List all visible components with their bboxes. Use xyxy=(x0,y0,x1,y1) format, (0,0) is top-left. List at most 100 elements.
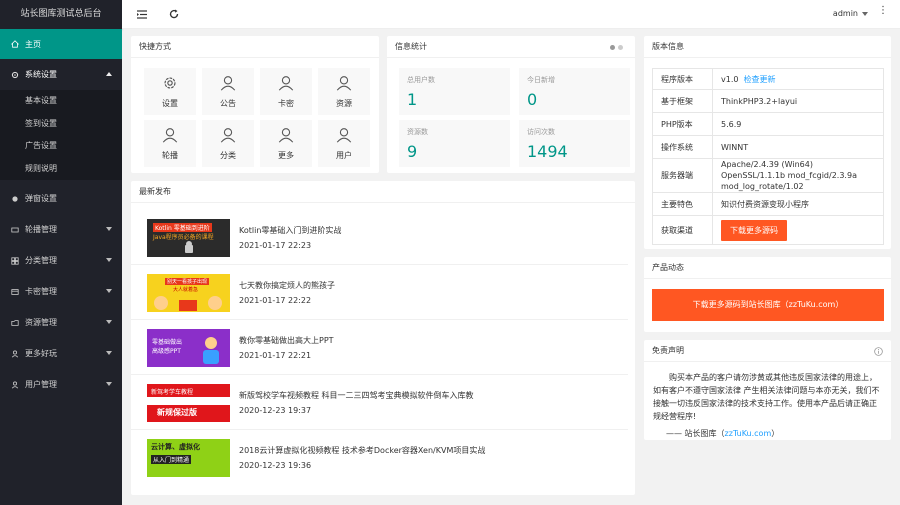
table-row: PHP版本 5.6.9 xyxy=(652,112,884,136)
table-row: 获取渠道 下载更多源码 xyxy=(652,215,884,245)
latest-title: 最新发布 xyxy=(131,181,635,203)
post-thumbnail[interactable]: 云计算、虚拟化 从入门到精通 xyxy=(147,439,230,477)
quick-item-carousel[interactable]: 轮播 xyxy=(144,120,196,167)
stat-value: 1494 xyxy=(527,142,568,161)
stat-label: 今日新增 xyxy=(527,76,555,84)
username: admin xyxy=(832,9,858,18)
post-item[interactable]: 云计算、虚拟化 从入门到精通 2018云计算虚拟化视频教程 技术参考Docker… xyxy=(131,430,628,485)
post-title[interactable]: 新版驾校学车视频教程 科目一二三四驾考宝典模拟软件倒车入库教 xyxy=(239,390,474,401)
thumb-text: Java程序员必备的课程 xyxy=(153,234,214,241)
user-icon xyxy=(336,76,352,91)
table-row: 服务器端 Apache/2.4.39 (Win64) OpenSSL/1.1.1… xyxy=(652,158,884,193)
sidebar-item-cardkey[interactable]: 卡密管理 xyxy=(0,276,122,307)
footer-text: ） xyxy=(771,429,780,438)
card-icon xyxy=(11,288,19,296)
sidebar-item-category[interactable]: 分类管理 xyxy=(0,245,122,276)
user-icon xyxy=(278,128,294,143)
stat-value: 0 xyxy=(527,90,538,109)
info-icon[interactable] xyxy=(874,347,883,356)
disclaimer-title: 免责声明 xyxy=(644,340,891,362)
post-title[interactable]: 教你零基础做出高大上PPT xyxy=(239,335,334,346)
sidebar-subitem-basic[interactable]: 基本设置 xyxy=(0,90,122,113)
stat-resources: 资源数 9 xyxy=(399,120,510,167)
thumb-text: 新驾考学车教程 xyxy=(151,389,194,396)
more-vertical-icon[interactable]: ⋮ xyxy=(878,6,888,16)
post-item[interactable]: Kotlin 零基础到进阶 Java程序员必备的课程 Kotlin零基础入门到进… xyxy=(131,210,628,265)
menu-toggle-icon[interactable] xyxy=(136,8,148,20)
post-title[interactable]: 七天教你搞定烦人的熊孩子 xyxy=(239,280,335,291)
site-link[interactable]: zzTuKu.com xyxy=(725,429,772,438)
post-item[interactable]: 别天一看孩子出现 大人就着急 七天教你搞定烦人的熊孩子 2021-01-17 2… xyxy=(131,265,628,320)
quick-item-label: 资源 xyxy=(336,99,352,108)
quick-item-label: 设置 xyxy=(162,99,178,108)
stat-visits: 访问次数 1494 xyxy=(519,120,630,167)
sidebar-item-label: 用户管理 xyxy=(25,380,57,389)
post-thumbnail[interactable]: 新驾考学车教程 新规保过版 xyxy=(147,384,230,422)
quick-item-cardkey[interactable]: 卡密 xyxy=(260,68,312,115)
sidebar-subitem-rules[interactable]: 规则说明 xyxy=(0,158,122,181)
sidebar-item-label: 系统设置 xyxy=(25,70,57,79)
post-thumbnail[interactable]: Kotlin 零基础到进阶 Java程序员必备的课程 xyxy=(147,219,230,257)
quick-item-category[interactable]: 分类 xyxy=(202,120,254,167)
quick-item-users[interactable]: 用户 xyxy=(318,120,370,167)
sidebar-item-users[interactable]: 用户管理 xyxy=(0,369,122,400)
stats-grid: 总用户数 1 今日新增 0 资源数 9 访问次数 1494 xyxy=(399,68,630,167)
thumb-text: Kotlin 零基础到进阶 xyxy=(153,223,212,232)
download-source-button[interactable]: 下载更多源码 xyxy=(721,219,787,241)
sidebar-item-popup[interactable]: 弹窗设置 xyxy=(0,183,122,214)
carousel-dot[interactable] xyxy=(618,45,623,50)
stats-card: 信息统计 总用户数 1 今日新增 0 资源数 9 访问次数 1494 xyxy=(387,36,635,173)
product-title: 产品动态 xyxy=(644,257,891,279)
download-more-button[interactable]: 下载更多源码到站长图库（zzTuKu.com） xyxy=(652,289,884,321)
quick-item-notice[interactable]: 公告 xyxy=(202,68,254,115)
sidebar-item-label: 更多好玩 xyxy=(25,349,57,358)
quick-item-more[interactable]: 更多 xyxy=(260,120,312,167)
refresh-icon[interactable] xyxy=(168,8,180,20)
disclaimer-card: 免责声明 购买本产品的客户请勿涉黄或其他违反国家法律的用途上，如有客户不遵守国家… xyxy=(644,340,891,440)
post-title[interactable]: 2018云计算虚拟化视频教程 技术参考Docker容器Xen/KVM项目实战 xyxy=(239,445,485,456)
thumb-text: 从入门到精通 xyxy=(151,455,192,464)
gear-icon xyxy=(11,71,19,79)
post-thumbnail[interactable]: 别天一看孩子出现 大人就着急 xyxy=(147,274,230,312)
carousel-dots[interactable] xyxy=(610,45,623,50)
quick-grid: 设置 公告 卡密 资源 轮播 分类 更多 用户 xyxy=(144,68,370,167)
sidebar-item-home[interactable]: 主页 xyxy=(0,29,122,59)
post-item[interactable]: 新驾考学车教程 新规保过版 新版驾校学车视频教程 科目一二三四驾考宝典模拟软件倒… xyxy=(131,375,628,430)
user-menu[interactable]: admin xyxy=(833,9,868,18)
footer-text: —— 站长图库（ xyxy=(666,429,725,438)
table-value: 知识付费资源变现小程序 xyxy=(712,192,884,216)
chevron-down-icon xyxy=(106,289,112,293)
carousel-dot[interactable] xyxy=(610,45,615,50)
home-icon xyxy=(11,40,19,48)
post-date: 2021-01-17 22:21 xyxy=(239,351,312,360)
thumb-text: 新规保过版 xyxy=(157,408,197,417)
post-thumbnail[interactable]: 零基础做出 高级感PPT xyxy=(147,329,230,367)
sidebar-item-carousel[interactable]: 轮播管理 xyxy=(0,214,122,245)
table-row: 程序版本 v1.0 检查更新 xyxy=(652,68,884,90)
quick-item-settings[interactable]: 设置 xyxy=(144,68,196,115)
table-value: 下载更多源码 xyxy=(712,215,884,245)
topbar: admin ⋮ xyxy=(122,0,900,29)
table-key: 程序版本 xyxy=(652,68,713,90)
sidebar-item-resource[interactable]: 资源管理 xyxy=(0,307,122,338)
user-icon xyxy=(162,128,178,143)
user-icon xyxy=(220,128,236,143)
sidebar-item-fun[interactable]: 更多好玩 xyxy=(0,338,122,369)
post-title[interactable]: Kotlin零基础入门到进阶实战 xyxy=(239,225,341,236)
user-icon xyxy=(220,76,236,91)
latest-card: 最新发布 Kotlin 零基础到进阶 Java程序员必备的课程 Kotlin零基… xyxy=(131,181,635,495)
quick-card: 快捷方式 设置 公告 卡密 资源 轮播 分类 更多 用户 xyxy=(131,36,379,173)
table-row: 基于框架 ThinkPHP3.2+layui xyxy=(652,89,884,113)
app-logo[interactable]: 站长图库测试总后台 xyxy=(0,0,122,29)
check-update-link[interactable]: 检查更新 xyxy=(744,75,776,84)
sidebar-subitem-checkin[interactable]: 签到设置 xyxy=(0,113,122,136)
post-item[interactable]: 零基础做出 高级感PPT 教你零基础做出高大上PPT 2021-01-17 22… xyxy=(131,320,628,375)
users-icon xyxy=(11,381,19,389)
disclaimer-text: 购买本产品的客户请勿涉黄或其他违反国家法律的用途上，如有客户不遵守国家法律 产生… xyxy=(653,373,880,421)
sidebar-item-system[interactable]: 系统设置 xyxy=(0,59,122,90)
table-value: 5.6.9 xyxy=(712,112,884,136)
post-date: 2021-01-17 22:23 xyxy=(239,241,312,250)
quick-item-resource[interactable]: 资源 xyxy=(318,68,370,115)
sidebar-subitem-ads[interactable]: 广告设置 xyxy=(0,135,122,158)
version-table: 程序版本 v1.0 检查更新 基于框架 ThinkPHP3.2+layui PH… xyxy=(652,68,884,245)
